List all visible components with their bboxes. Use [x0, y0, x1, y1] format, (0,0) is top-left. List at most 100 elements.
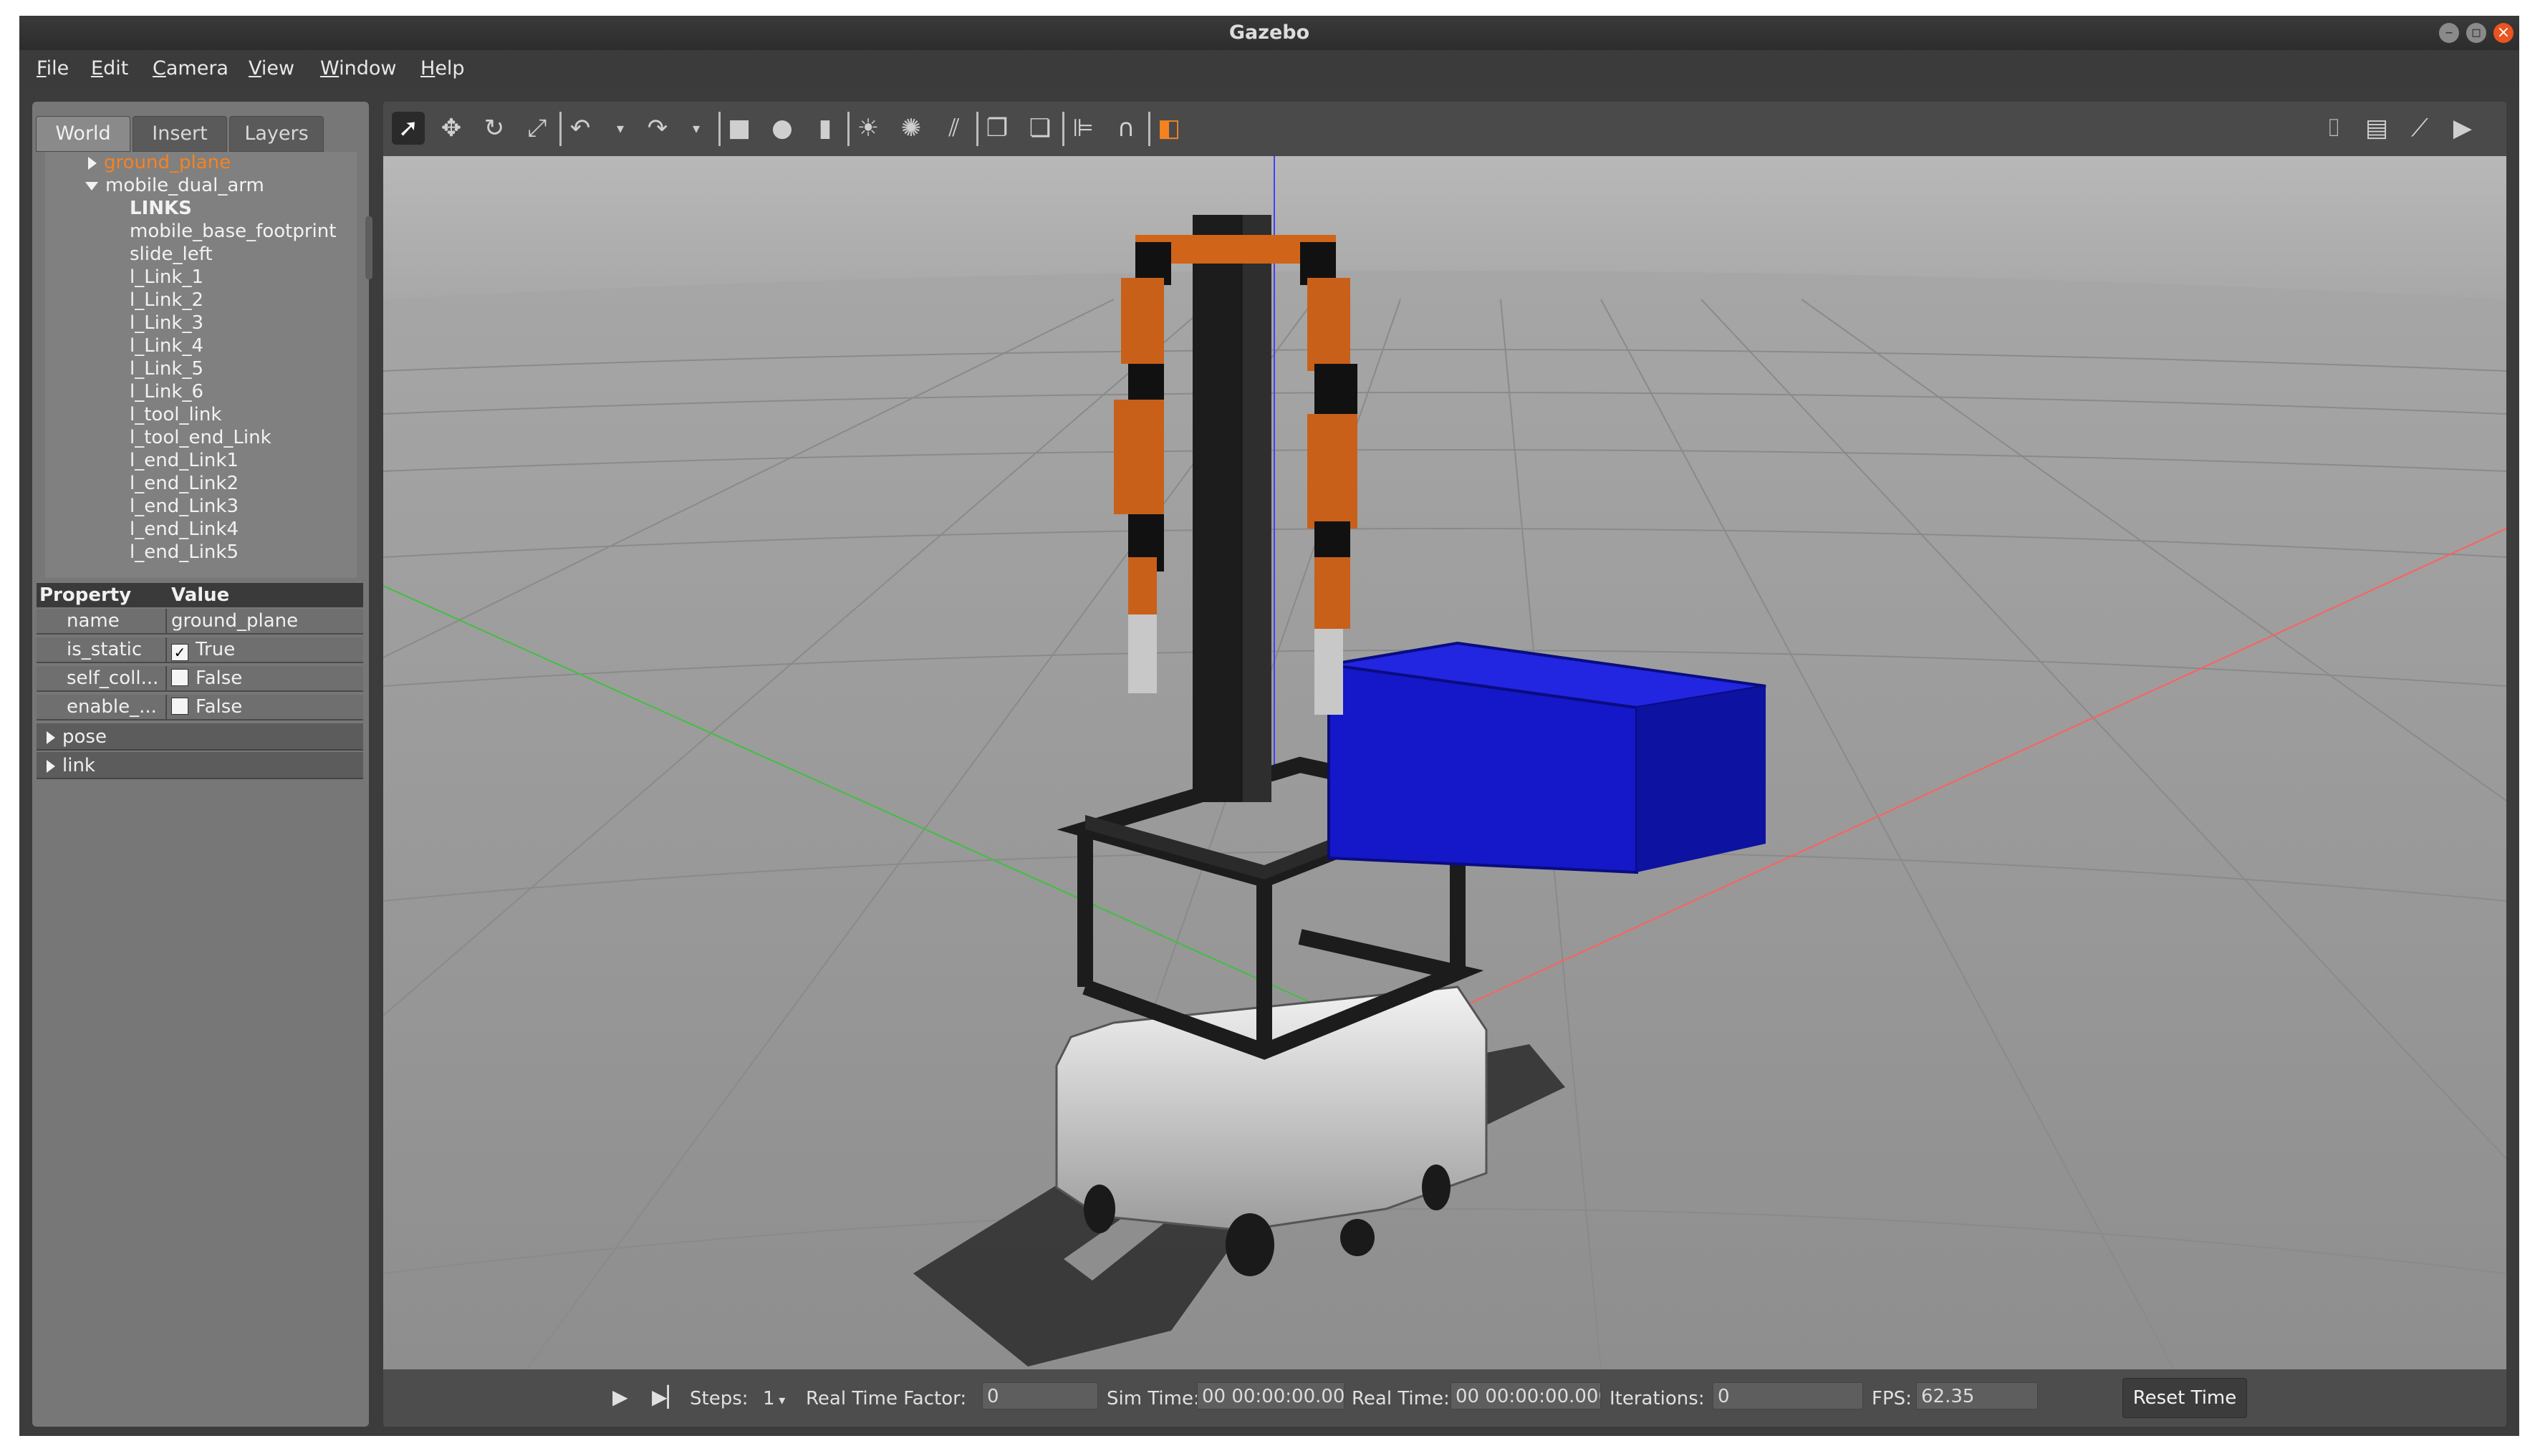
align-icon[interactable]: ⊫ [1067, 112, 1100, 145]
directional-light-icon[interactable]: ⫽ [938, 112, 971, 145]
tree-item-link[interactable]: l_end_Link1 [130, 450, 239, 473]
box-icon[interactable]: ■ [723, 112, 756, 145]
tree-item-link[interactable]: l_Link_6 [130, 381, 203, 404]
tab-insert[interactable]: Insert [133, 116, 227, 152]
tree-item-link[interactable]: slide_left [130, 244, 213, 266]
menu-help[interactable]: Help [420, 57, 465, 79]
log-icon[interactable]: ▤ [2360, 112, 2393, 145]
tree-item-link[interactable]: l_tool_end_Link [130, 427, 271, 450]
property-group-pose[interactable]: pose [37, 723, 363, 751]
tab-layers[interactable]: Layers [229, 116, 324, 152]
tree-item-ground-plane[interactable]: ground_plane [88, 152, 231, 175]
record-video-icon[interactable]: ▶ [2446, 112, 2479, 145]
tree-item-link[interactable]: mobile_base_footprint [130, 221, 336, 244]
blue-bin-side [1637, 686, 1766, 872]
screenshot-icon[interactable]: ⌷ [2317, 112, 2350, 145]
real-time-field: 00 00:00:00.000 [1451, 1382, 1601, 1409]
play-icon[interactable]: ▶ [612, 1385, 628, 1409]
property-group-link[interactable]: link [37, 752, 363, 779]
toolbar-separator [1062, 112, 1064, 146]
real-time-factor-label: Real Time Factor: [806, 1388, 967, 1409]
property-row-name[interactable]: name ground_plane [37, 609, 363, 635]
step-icon[interactable]: ▶▏ [652, 1385, 683, 1409]
tree-item-link[interactable]: l_end_Link4 [130, 519, 239, 541]
checkbox-icon[interactable] [171, 698, 188, 715]
maximize-button[interactable]: ▫ [2466, 23, 2486, 43]
snap-icon[interactable]: ∩ [1110, 112, 1142, 145]
wheel [1340, 1219, 1375, 1256]
menu-view[interactable]: View [249, 57, 294, 79]
undo-dropdown-icon[interactable]: ▾ [604, 112, 637, 145]
tree-item-model[interactable]: mobile_dual_arm [85, 175, 264, 198]
menu-window[interactable]: Window [320, 57, 396, 79]
tree-item-link[interactable]: l_Link_1 [130, 266, 203, 289]
links-header: LINKS [130, 198, 192, 219]
paste-icon[interactable]: ❏ [1024, 112, 1057, 145]
minimize-button[interactable]: – [2439, 23, 2459, 43]
change-view-icon[interactable]: ◧ [1153, 112, 1185, 145]
scale-mode-icon[interactable]: ⤢ [521, 112, 554, 145]
wheel [1422, 1165, 1451, 1210]
menu-edit[interactable]: Edit [91, 57, 128, 79]
sphere-icon[interactable]: ● [766, 112, 799, 145]
translate-mode-icon[interactable]: ✥ [435, 112, 468, 145]
plot-icon[interactable]: ⟋ [2403, 112, 2436, 145]
steps-dropdown-icon[interactable]: ▾ [775, 1393, 785, 1408]
point-light-icon[interactable]: ☀ [852, 112, 885, 145]
toolbar-separator [1148, 112, 1150, 146]
window-title: Gazebo [1228, 21, 1310, 44]
redo-dropdown-icon[interactable]: ▾ [680, 112, 713, 145]
property-row-is-static[interactable]: is_static ✓ True [37, 637, 363, 663]
tree-scrollbar[interactable] [365, 216, 372, 279]
bottom-bar: ▶ ▶▏ Steps: 1 ▾ Real Time Factor: 0 Sim … [383, 1369, 2506, 1427]
expand-arrow-icon[interactable] [88, 156, 97, 170]
reset-time-button[interactable]: Reset Time [2122, 1378, 2247, 1418]
tree-item-link[interactable]: l_Link_5 [130, 358, 203, 381]
redo-icon[interactable]: ↷ [641, 112, 674, 145]
copy-icon[interactable]: ❐ [981, 112, 1014, 145]
toolbar: ➚ ✥ ↻ ⤢ ↶ ▾ ↷ ▾ ■ ● ▮ ☀ ✺ ⫽ ❐ ❏ ⊫ ∩ ◧ ⌷ … [383, 102, 2506, 156]
cylinder-icon[interactable]: ▮ [809, 112, 842, 145]
fps-label: FPS: [1872, 1388, 1912, 1409]
undo-icon[interactable]: ↶ [564, 112, 597, 145]
select-mode-icon[interactable]: ➚ [392, 112, 425, 145]
toolbar-separator [559, 112, 562, 146]
steps-label: Steps: [690, 1388, 749, 1409]
gazebo-window: Gazebo – ▫ × File Edit Camera View Windo… [19, 16, 2519, 1436]
tree-item-link[interactable]: l_Link_4 [130, 335, 203, 358]
toolbar-separator [976, 112, 978, 146]
left-panel: World Insert Layers ground_plane mobile_… [32, 102, 372, 1427]
expand-arrow-icon[interactable] [47, 759, 55, 773]
sim-time-label: Sim Time: [1107, 1388, 1200, 1409]
close-button[interactable]: × [2493, 23, 2513, 43]
sim-time-field: 00 00:00:00.000 [1197, 1382, 1344, 1409]
menu-file[interactable]: File [37, 57, 69, 79]
wheel [1226, 1213, 1274, 1276]
collapse-arrow-icon[interactable] [85, 181, 98, 191]
rotate-mode-icon[interactable]: ↻ [478, 112, 511, 145]
real-time-label: Real Time: [1352, 1388, 1450, 1409]
world-tree: ground_plane mobile_dual_arm LINKS mobil… [45, 152, 357, 578]
menu-camera[interactable]: Camera [153, 57, 228, 79]
checkbox-icon[interactable] [171, 669, 188, 686]
fps-field: 62.35 [1916, 1382, 2038, 1409]
iterations-label: Iterations: [1610, 1388, 1705, 1409]
steps-value[interactable]: 1 ▾ [763, 1388, 785, 1409]
expand-arrow-icon[interactable] [47, 731, 55, 744]
tree-item-link[interactable]: l_end_Link5 [130, 541, 239, 564]
wheel [1084, 1185, 1115, 1233]
tree-item-link[interactable]: l_Link_2 [130, 289, 203, 312]
tree-item-link[interactable]: l_tool_link [130, 404, 221, 427]
tree-item-link[interactable]: l_end_Link2 [130, 473, 239, 496]
tree-item-link[interactable]: l_Link_3 [130, 312, 203, 335]
toolbar-separator [718, 112, 721, 146]
real-time-factor-field: 0 [982, 1382, 1098, 1409]
column-side [1243, 215, 1271, 802]
tree-item-link[interactable]: l_end_Link3 [130, 496, 239, 519]
property-row-enable-wind[interactable]: enable_... False [37, 695, 363, 720]
tab-world[interactable]: World [36, 116, 130, 152]
3d-viewport[interactable] [383, 156, 2506, 1369]
checkbox-checked-icon[interactable]: ✓ [171, 644, 188, 661]
spot-light-icon[interactable]: ✺ [895, 112, 928, 145]
property-row-self-collide[interactable]: self_coll... False [37, 666, 363, 692]
